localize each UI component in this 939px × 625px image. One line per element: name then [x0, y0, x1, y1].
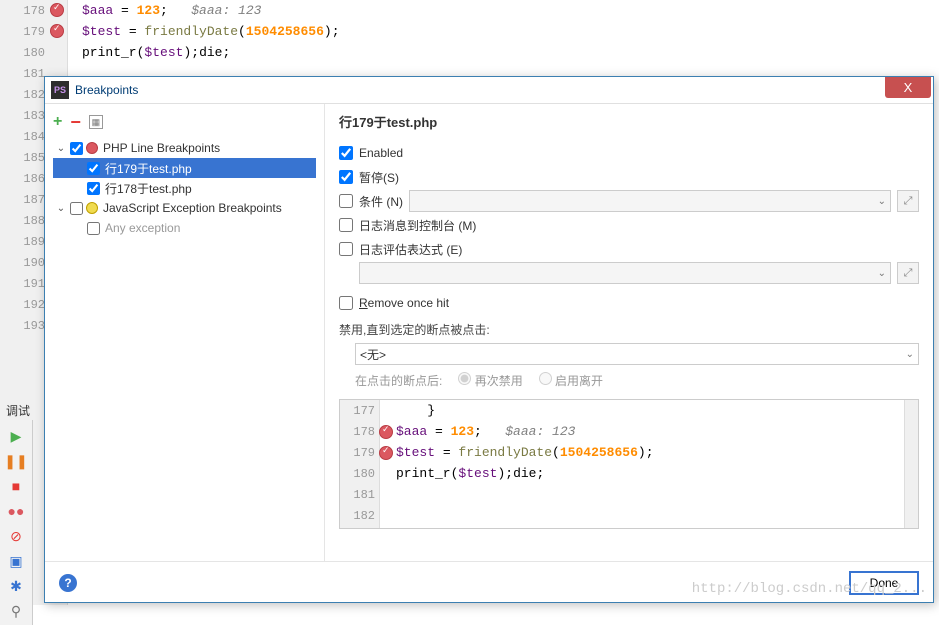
breakpoints-tree: ⌄ PHP Line Breakpoints 行179于test.php 行17…	[53, 138, 316, 238]
log-expr-label: 日志评估表达式 (E)	[359, 241, 462, 258]
remove-breakpoint-button[interactable]: −	[70, 112, 81, 133]
layout-icon[interactable]: ▣	[6, 551, 26, 571]
log-expr-input-row: ⌄ ⤢	[339, 261, 919, 285]
resume-icon[interactable]: ▶	[6, 426, 26, 446]
enabled-checkbox[interactable]	[339, 146, 353, 160]
tree-item-line178[interactable]: 行178于test.php	[53, 178, 316, 198]
tree-group-php[interactable]: ⌄ PHP Line Breakpoints	[53, 138, 316, 158]
editor-content[interactable]: $aaa = 123; $aaa: 123 $test = friendlyDa…	[68, 0, 939, 63]
gutter-180[interactable]: 180	[0, 42, 67, 63]
close-button[interactable]: X	[885, 77, 931, 98]
enabled-row: Enabled	[339, 141, 919, 165]
expand-expr-button[interactable]: ⤢	[897, 262, 919, 284]
condition-checkbox[interactable]	[339, 194, 353, 208]
debug-panel-label[interactable]: 调试	[6, 402, 30, 419]
dialog-title: Breakpoints	[75, 83, 885, 97]
preview-scrollbar[interactable]	[904, 400, 918, 528]
log-console-row: 日志消息到控制台 (M)	[339, 213, 919, 237]
chevron-down-icon: ⌄	[878, 196, 886, 207]
done-button[interactable]: Done	[849, 571, 919, 595]
debug-toolbar: ▶ ❚❚ ■ ●● ⊘ ▣ ✱ ⚲	[0, 420, 33, 625]
radio-leave-enabled[interactable]: 启用离开	[539, 372, 603, 389]
breakpoint-icon[interactable]	[50, 24, 64, 38]
disable-until-label: 禁用,直到选定的断点被点击:	[339, 321, 919, 338]
log-expr-row: 日志评估表达式 (E)	[339, 237, 919, 261]
after-hit-row: 在点击的断点后: 再次禁用 启用离开	[355, 372, 919, 389]
group-checkbox[interactable]	[70, 142, 83, 155]
detail-title: 行179于test.php	[339, 112, 919, 131]
phpstorm-icon: PS	[51, 81, 69, 99]
stop-icon[interactable]: ■	[6, 476, 26, 496]
log-console-label: 日志消息到控制台 (M)	[359, 217, 476, 234]
group-checkbox[interactable]	[70, 202, 83, 215]
code-line-179[interactable]: $test = friendlyDate(1504258656);	[68, 21, 939, 42]
tree-item-anyexception[interactable]: Any exception	[53, 218, 316, 238]
breakpoint-icon	[86, 142, 98, 154]
tree-toolbar: + − ▦	[53, 110, 316, 134]
remove-once-row: RRemove once hitemove once hit	[339, 291, 919, 315]
chevron-down-icon[interactable]: ⌄	[55, 143, 67, 154]
tree-group-js[interactable]: ⌄ JavaScript Exception Breakpoints	[53, 198, 316, 218]
breakpoint-detail-pane: 行179于test.php Enabled 暂停(S) 条件 (N) ⌄ ⤢ 日…	[325, 104, 933, 561]
js-breakpoint-icon	[86, 202, 98, 214]
breakpoint-icon[interactable]	[379, 446, 393, 460]
preview-lines: } $aaa = 123; $aaa: 123 $test = friendly…	[396, 400, 904, 526]
chevron-down-icon[interactable]: ⌄	[55, 203, 67, 214]
suspend-row: 暂停(S)	[339, 165, 919, 189]
preview-gutter: 177 178 179 180 181 182	[340, 400, 380, 528]
suspend-checkbox[interactable]	[339, 170, 353, 184]
chevron-down-icon: ⌄	[906, 349, 914, 360]
mute-bp-icon[interactable]: ⊘	[6, 526, 26, 546]
settings-icon[interactable]: ✱	[6, 576, 26, 596]
log-console-checkbox[interactable]	[339, 218, 353, 232]
dialog-titlebar[interactable]: PS Breakpoints X	[45, 77, 933, 104]
breakpoint-icon[interactable]	[50, 3, 64, 17]
disable-until-select[interactable]: <无>⌄	[355, 343, 919, 365]
expand-condition-button[interactable]: ⤢	[897, 190, 919, 212]
preview-editor[interactable]: 177 178 179 180 181 182 } $aaa = 123; $a…	[339, 399, 919, 529]
suspend-label: 暂停(S)	[359, 169, 399, 186]
chevron-down-icon: ⌄	[878, 268, 886, 279]
remove-once-label: RRemove once hitemove once hit	[359, 296, 449, 310]
add-breakpoint-button[interactable]: +	[53, 113, 62, 131]
breakpoints-dialog: PS Breakpoints X + − ▦ ⌄ PHP Line Breakp…	[44, 76, 934, 603]
breakpoints-icon[interactable]: ●●	[6, 501, 26, 521]
condition-row: 条件 (N) ⌄ ⤢	[339, 189, 919, 213]
item-checkbox[interactable]	[87, 182, 100, 195]
enabled-label: Enabled	[359, 146, 403, 160]
breakpoint-icon[interactable]	[379, 425, 393, 439]
condition-label: 条件 (N)	[359, 193, 403, 210]
breakpoints-tree-pane: + − ▦ ⌄ PHP Line Breakpoints 行179于test.p…	[45, 104, 325, 561]
log-expr-input[interactable]: ⌄	[359, 262, 891, 284]
log-expr-checkbox[interactable]	[339, 242, 353, 256]
code-line-178[interactable]: $aaa = 123; $aaa: 123	[68, 0, 939, 21]
pause-icon[interactable]: ❚❚	[6, 451, 26, 471]
gutter-178[interactable]: 178	[0, 0, 67, 21]
gutter-179[interactable]: 179	[0, 21, 67, 42]
help-button[interactable]: ?	[59, 574, 77, 592]
item-checkbox[interactable]	[87, 162, 100, 175]
tree-item-line179[interactable]: 行179于test.php	[53, 158, 316, 178]
pin-icon[interactable]: ⚲	[6, 601, 26, 621]
disable-until-select-row: <无>⌄	[339, 342, 919, 366]
condition-input[interactable]: ⌄	[409, 190, 891, 212]
after-hit-label: 在点击的断点后:	[355, 372, 442, 389]
item-checkbox[interactable]	[87, 222, 100, 235]
remove-once-checkbox[interactable]	[339, 296, 353, 310]
group-by-button[interactable]: ▦	[89, 115, 103, 129]
radio-disable-again[interactable]: 再次禁用	[458, 372, 522, 389]
code-line-180[interactable]: print_r($test);die;	[68, 42, 939, 63]
dialog-footer: ? Done	[45, 561, 933, 603]
